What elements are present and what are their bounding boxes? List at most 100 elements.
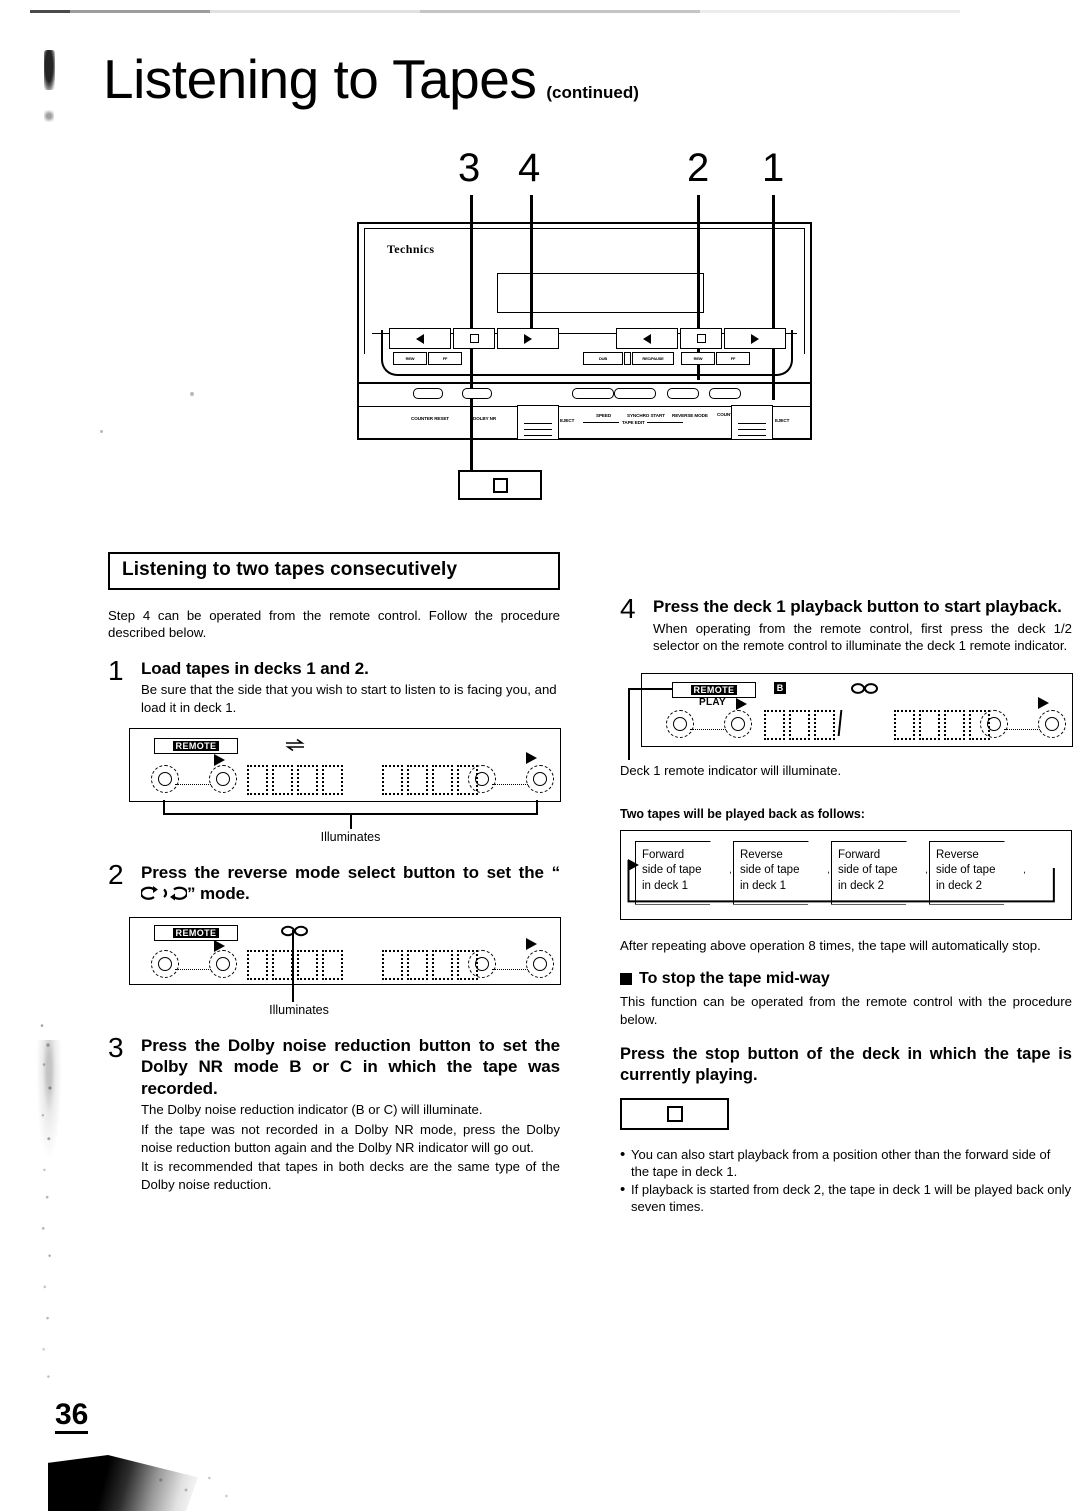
scan-artifact-left-noise-dense [36, 1040, 62, 1160]
synchro-start-knob[interactable] [614, 388, 656, 399]
illuminates-stem [350, 812, 352, 829]
stop-square-icon [696, 334, 706, 343]
reel-icon-right-2b [526, 949, 554, 978]
deck1-rewind-button[interactable]: REW [393, 352, 427, 365]
illuminates-caption-2: Illuminates [269, 1002, 329, 1017]
step-3-title: Press the Dolby noise reduction button t… [141, 1035, 560, 1098]
step-4-number: 4 [620, 593, 636, 624]
step-3-number: 3 [108, 1031, 124, 1063]
reverse-play-triangle-icon [416, 333, 424, 344]
step-1-number: 1 [108, 654, 124, 686]
separator-button [624, 352, 631, 365]
step-2: 2 Press the reverse mode select button t… [108, 858, 560, 908]
step-1-title: Load tapes in decks 1 and 2. [141, 658, 369, 678]
step-2-number: 2 [108, 858, 124, 890]
reel-icon-left-2 [468, 764, 496, 793]
reel-icon-right-1 [209, 764, 237, 793]
scan-artifact-speck [100, 430, 103, 433]
dolby-nr-knob[interactable] [462, 388, 492, 399]
scan-artifact-top-line [0, 10, 1080, 13]
deck2-stop-button[interactable] [680, 328, 722, 349]
deck1-ff-button[interactable]: FF [428, 352, 462, 365]
callout-number-3: 3 [458, 146, 481, 190]
step-4-title: Press the deck 1 playback button to star… [653, 597, 1062, 616]
reel-icon-left-2b [468, 949, 496, 978]
display-panel-4: REMOTE B PLAY [641, 672, 1073, 747]
deck1-forward-play-button[interactable] [497, 328, 559, 349]
flow-section: Two tapes will be played back as follows… [620, 807, 1072, 920]
callout-number-2: 2 [687, 146, 710, 190]
page-title-suffix: (continued) [546, 83, 639, 102]
counter-digits-deck2b [382, 949, 478, 980]
deck1-reverse-play-button[interactable] [389, 328, 451, 349]
deck2-reverse-play-button[interactable] [616, 328, 678, 349]
bullet-item-1: • You can also start playback from a pos… [620, 1146, 1072, 1180]
cassette-slot-2[interactable] [731, 405, 773, 440]
counter-reset-knob-1[interactable] [413, 388, 443, 399]
speed-knob[interactable] [572, 388, 614, 399]
deck-transport-area: REW FF DUB REC/PAUSE REW FF [381, 328, 793, 378]
reel-link-1 [175, 783, 211, 785]
reel-icon-right-2c [1038, 709, 1066, 738]
tape-edit-rule-right [647, 422, 683, 424]
play-label: PLAY [699, 696, 726, 708]
reel-icon-left-1c [666, 709, 694, 738]
illuminates-bracket-left [163, 799, 165, 814]
bullet-list: • You can also start playback from a pos… [620, 1146, 1072, 1216]
counter-reset-knob-2[interactable] [709, 388, 741, 399]
illuminates-caption-1: Illuminates [320, 829, 381, 844]
step-1: 1 Load tapes in decks 1 and 2. Be sure t… [108, 654, 560, 717]
label-counter-reset-1: COUNTER RESET [411, 416, 450, 421]
illuminates-bracket-right [536, 799, 538, 814]
reverse-mode-knob[interactable] [667, 388, 699, 399]
bullet-dot-icon: • [620, 1145, 626, 1163]
left-column: Listening to two tapes consecutively Ste… [108, 552, 561, 1193]
cassette-slot-1[interactable] [517, 405, 559, 440]
stop-square-icon [666, 1105, 683, 1122]
bullet-item-1-text: You can also start playback from a posit… [631, 1146, 1051, 1179]
deck2-ff-button[interactable]: FF [716, 352, 750, 365]
step-4: 4 Press the deck 1 playback button to st… [620, 593, 1072, 655]
deck-display-window [497, 273, 704, 313]
display-panel-2-wrap: REMOTE Illuminates [129, 916, 561, 1017]
dolby-b-indicator: B [774, 681, 786, 694]
bullet-dot-icon: • [620, 1181, 626, 1199]
sub-heading: To stop the tape mid-way [639, 970, 830, 988]
leader-line-stop [470, 404, 473, 472]
play-triangle-icon-5 [736, 697, 747, 710]
step-3: 3 Press the Dolby noise reduction button… [108, 1031, 560, 1193]
deck-divider-line [359, 382, 810, 384]
rec-pause-button[interactable]: REC/PAUSE [632, 352, 674, 365]
double-loop-reverse-mode-icon-display [281, 925, 308, 936]
scan-artifact-bottom-specks [150, 1468, 240, 1508]
remote-indicator-2: REMOTE [154, 924, 238, 941]
stop-button-callout-2 [620, 1097, 729, 1130]
manual-page: Listening to Tapes (continued) 3 4 2 1 T… [0, 0, 1080, 1511]
double-loop-reverse-mode-icon-display-4 [851, 682, 878, 694]
dubbing-button[interactable]: DUB [583, 352, 623, 365]
page-title: Listening to Tapes [103, 48, 537, 110]
reel-icon-right-2 [526, 764, 554, 793]
step-2-title: Press the reverse mode select button to … [139, 862, 560, 908]
counter-digits-deck2c [894, 709, 990, 740]
deck2-rewind-button[interactable]: REW [681, 352, 715, 365]
play-triangle-icon-4 [526, 937, 537, 950]
step-2-title-after: ” mode. [187, 884, 250, 904]
display-panel-1-wrap: REMOTE Illuminates [129, 727, 561, 844]
bullet-item-2-text: If playback is started from deck 2, the … [631, 1182, 1072, 1215]
reel-icon-left-1b [151, 949, 179, 978]
step-3-text-2: If the tape was not recorded in a Dolby … [141, 1121, 560, 1155]
brand-logo: Technics [387, 242, 435, 256]
deck2-forward-play-button[interactable] [724, 328, 786, 349]
deck1-stop-button[interactable] [453, 328, 495, 349]
scan-artifact-speck [190, 392, 194, 396]
bullet-item-2: • If playback is started from deck 2, th… [620, 1181, 1072, 1215]
flow-loop-arrowhead [628, 858, 639, 871]
label-synchro-start: SYNCHRO START [627, 413, 665, 418]
reel-icon-left-2c [980, 709, 1008, 738]
section-intro: Step 4 can be operated from the remote c… [108, 608, 560, 641]
illuminates-stem-2 [292, 929, 294, 1002]
remote-indicator-4: REMOTE [672, 681, 756, 698]
square-bullet-icon [620, 973, 632, 986]
reverse-arrows-icon [285, 738, 305, 751]
